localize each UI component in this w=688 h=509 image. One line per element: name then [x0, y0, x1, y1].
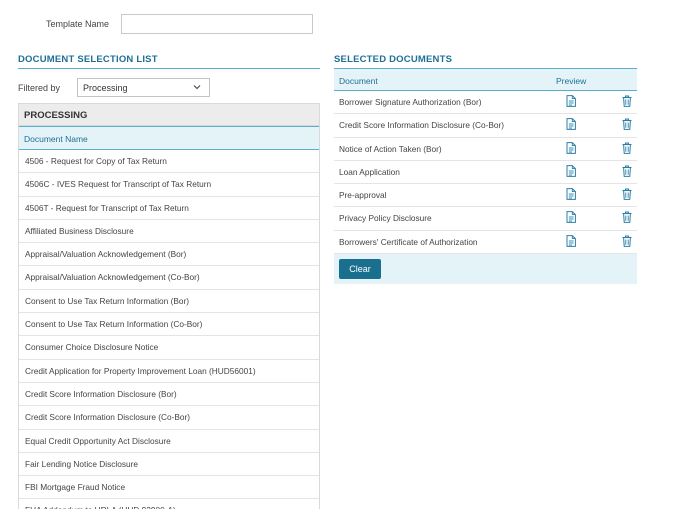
document-selection-title: DOCUMENT SELECTION LIST	[18, 54, 158, 65]
document-selection-panel: PROCESSING Document Name 4506 - Request …	[18, 103, 320, 509]
document-list-item[interactable]: Equal Credit Opportunity Act Disclosure	[19, 430, 319, 453]
document-list: 4506 - Request for Copy of Tax Return 450…	[19, 150, 319, 509]
document-list-item[interactable]: Credit Application for Property Improvem…	[19, 360, 319, 383]
selected-document-name: Notice of Action Taken (Bor)	[339, 143, 442, 154]
document-list-item[interactable]: 4506 - Request for Copy of Tax Return	[19, 150, 319, 174]
selected-documents-table: Document Preview Borrower Signature Auth…	[334, 68, 637, 285]
document-list-item[interactable]: Appraisal/Valuation Acknowledgement (Co-…	[19, 266, 319, 290]
trash-icon[interactable]	[622, 118, 632, 131]
document-list-item[interactable]: Credit Score Information Disclosure (Bor…	[19, 383, 319, 407]
trash-icon[interactable]	[622, 211, 632, 224]
document-icon[interactable]	[566, 188, 576, 201]
selected-document-row: Privacy Policy Disclosure	[334, 207, 637, 231]
trash-icon[interactable]	[622, 165, 632, 177]
filter-select[interactable]: Processing	[77, 78, 210, 97]
filter-label: Filtered by	[18, 83, 61, 93]
selected-document-name: Credit Score Information Disclosure (Co-…	[339, 120, 505, 131]
trash-icon[interactable]	[622, 95, 632, 107]
trash-icon[interactable]	[622, 235, 632, 247]
document-list-item[interactable]: FHA Addendum to URLA (HUD 92900-A)	[19, 499, 319, 509]
document-name-header[interactable]: Document Name	[19, 126, 319, 150]
preview-column-header: Preview	[556, 76, 587, 86]
selected-document-name: Privacy Policy Disclosure	[339, 213, 432, 224]
trash-icon[interactable]	[622, 188, 632, 201]
selected-document-row: Loan Application	[334, 160, 637, 185]
document-icon[interactable]	[566, 164, 576, 177]
selected-documents-title: SELECTED DOCUMENTS	[334, 54, 453, 65]
selected-document-row: Credit Score Information Disclosure (Co-…	[334, 114, 637, 138]
document-list-item[interactable]: FBI Mortgage Fraud Notice	[19, 476, 319, 500]
selected-document-row: Borrowers' Certificate of Authorization	[334, 230, 637, 255]
filter-select-value: Processing	[83, 83, 128, 93]
trash-icon[interactable]	[622, 142, 632, 154]
left-title-divider	[18, 68, 320, 69]
document-list-item[interactable]: Credit Score Information Disclosure (Co-…	[19, 406, 319, 430]
document-list-item[interactable]: Consumer Choice Disclosure Notice	[19, 336, 319, 360]
document-icon[interactable]	[566, 234, 576, 247]
selected-document-row: Borrower Signature Authorization (Bor)	[334, 91, 637, 115]
document-list-item[interactable]: Fair Lending Notice Disclosure	[19, 453, 319, 477]
document-list-item[interactable]: 4506T - Request for Transcript of Tax Re…	[19, 197, 319, 220]
document-list-item[interactable]: Affiliated Business Disclosure	[19, 220, 319, 244]
document-list-item[interactable]: Appraisal/Valuation Acknowledgement (Bor…	[19, 243, 319, 267]
selected-documents-rows: Borrower Signature Authorization (Bor) Cr…	[334, 91, 637, 255]
template-name-label: Template Name	[46, 19, 110, 29]
document-list-item[interactable]: Consent to Use Tax Return Information (B…	[19, 290, 319, 314]
selected-document-row: Notice of Action Taken (Bor)	[334, 137, 637, 161]
document-list-item[interactable]: 4506C - IVES Request for Transcript of T…	[19, 173, 319, 197]
clear-button[interactable]: Clear	[339, 259, 381, 280]
document-column-header: Document	[339, 76, 378, 86]
chevron-down-icon	[193, 85, 201, 90]
selected-document-name: Loan Application	[339, 166, 400, 177]
template-name-row: Template Name	[0, 14, 320, 34]
selected-documents-footer: Clear	[334, 254, 637, 285]
document-icon[interactable]	[566, 95, 576, 107]
group-title: PROCESSING	[19, 104, 319, 126]
document-list-item[interactable]: Consent to Use Tax Return Information (C…	[19, 313, 319, 337]
selected-document-name: Borrowers' Certificate of Authorization	[339, 236, 478, 247]
document-icon[interactable]	[566, 141, 576, 154]
selected-document-name: Pre-approval	[339, 190, 387, 201]
template-name-input[interactable]	[121, 14, 313, 34]
selected-documents-header: Document Preview	[334, 68, 637, 91]
selected-document-row: Pre-approval	[334, 184, 637, 208]
document-icon[interactable]	[566, 211, 576, 224]
document-icon[interactable]	[566, 118, 576, 131]
selected-document-name: Borrower Signature Authorization (Bor)	[339, 97, 482, 107]
